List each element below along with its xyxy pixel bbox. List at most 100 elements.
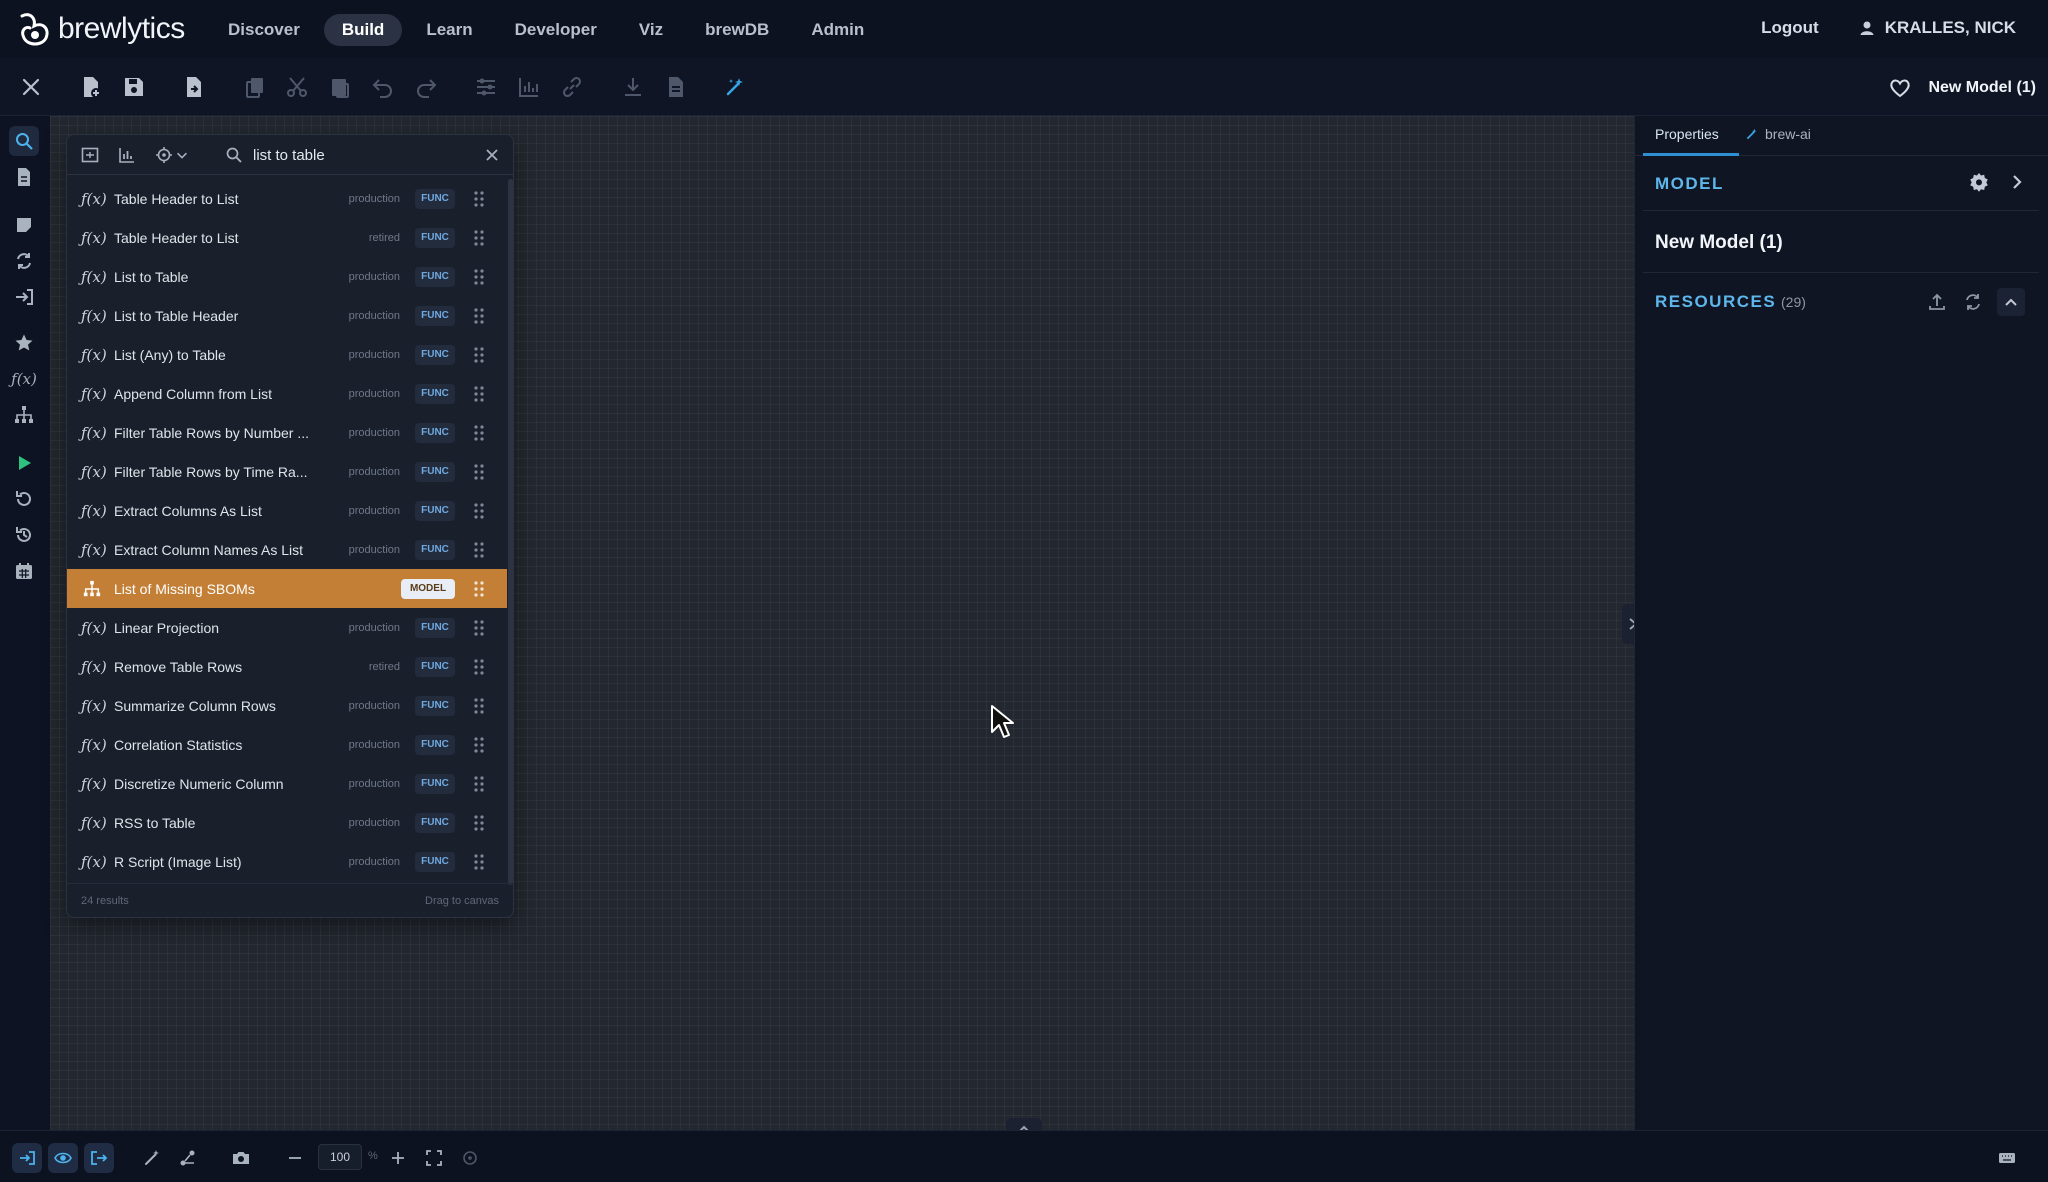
result-row[interactable]: ƒ(x) RSS to Table production FUNC <box>67 803 507 842</box>
brewlytics-logo[interactable]: brewlytics <box>16 10 185 48</box>
import-icon[interactable] <box>11 284 37 310</box>
result-row[interactable]: ƒ(x) Correlation Statistics production FUNC <box>67 725 507 764</box>
search-input[interactable] <box>253 143 453 167</box>
save-icon[interactable] <box>119 72 149 102</box>
link-icon[interactable] <box>557 72 587 102</box>
fit-screen-icon[interactable] <box>421 1145 447 1171</box>
hierarchy-icon[interactable] <box>11 402 37 428</box>
brew-ai-icon[interactable] <box>720 72 750 102</box>
favorite-heart-icon[interactable] <box>1888 76 1912 100</box>
drag-handle-icon[interactable] <box>473 814 485 832</box>
result-row[interactable]: ƒ(x) Extract Column Names As List producti… <box>67 530 507 569</box>
result-row[interactable]: ƒ(x) Summarize Column Rows production FUNC <box>67 686 507 725</box>
drag-handle-icon[interactable] <box>473 385 485 403</box>
nav-admin[interactable]: Admin <box>793 14 882 46</box>
sync-icon[interactable] <box>11 248 37 274</box>
zoom-in-icon[interactable] <box>385 1145 411 1171</box>
result-row[interactable]: ƒ(x) Extract Columns As List production FUN… <box>67 491 507 530</box>
bar-chart-icon[interactable] <box>116 144 138 166</box>
new-file-icon[interactable] <box>76 72 106 102</box>
export-file-icon[interactable] <box>179 72 209 102</box>
drag-handle-icon[interactable] <box>473 697 485 715</box>
input-mode-icon[interactable] <box>12 1143 42 1173</box>
center-target-icon[interactable] <box>457 1145 483 1171</box>
model-name[interactable]: New Model (1) <box>1655 232 1783 254</box>
cut-icon[interactable] <box>282 72 312 102</box>
drag-handle-icon[interactable] <box>473 346 485 364</box>
drag-handle-icon[interactable] <box>473 619 485 637</box>
drag-handle-icon[interactable] <box>473 307 485 325</box>
result-row[interactable]: ƒ(x) List (Any) to Table production FUNC <box>67 335 507 374</box>
result-row[interactable]: ƒ(x) R Script (Image List) production FUNC <box>67 842 507 881</box>
note-icon[interactable] <box>11 212 37 238</box>
refresh-icon[interactable] <box>1961 290 1985 314</box>
reset-icon[interactable] <box>11 486 37 512</box>
copy-icon[interactable] <box>240 72 270 102</box>
drag-handle-icon[interactable] <box>473 190 485 208</box>
result-row[interactable]: ƒ(x) Table Header to List retired FUNC <box>67 218 507 257</box>
star-icon[interactable] <box>11 330 37 356</box>
drag-handle-icon[interactable] <box>473 775 485 793</box>
drag-handle-icon[interactable] <box>473 658 485 676</box>
close-icon[interactable] <box>16 72 46 102</box>
zoom-out-icon[interactable] <box>282 1145 308 1171</box>
undo-icon[interactable] <box>368 72 398 102</box>
canvas-view-icon[interactable] <box>79 144 101 166</box>
run-icon[interactable] <box>11 450 37 476</box>
layout-tree-icon[interactable] <box>175 1145 201 1171</box>
result-row[interactable]: ƒ(x) Filter Table Rows by Time Ra... produ… <box>67 452 507 491</box>
drag-handle-icon[interactable] <box>473 541 485 559</box>
result-row[interactable]: List of Missing SBOMs MODEL <box>67 569 507 608</box>
download-icon[interactable] <box>618 72 648 102</box>
nav-build[interactable]: Build <box>323 14 403 46</box>
chevron-right-icon[interactable] <box>2005 170 2029 194</box>
tab-brew-ai[interactable]: brew-ai <box>1745 126 1811 142</box>
magic-wand-icon[interactable] <box>139 1145 165 1171</box>
drag-handle-icon[interactable] <box>473 580 485 598</box>
tab-properties[interactable]: Properties <box>1655 126 1719 142</box>
target-icon[interactable] <box>153 144 175 166</box>
chevron-down-icon[interactable] <box>174 144 190 166</box>
function-icon[interactable]: ƒ(x) <box>11 366 37 392</box>
result-row[interactable]: ƒ(x) List to Table Header production FUNC <box>67 296 507 335</box>
result-row[interactable]: ƒ(x) Linear Projection production FUNC <box>67 608 507 647</box>
camera-icon[interactable] <box>228 1145 254 1171</box>
file-icon[interactable] <box>11 164 37 190</box>
result-row[interactable]: ƒ(x) Discretize Numeric Column production F… <box>67 764 507 803</box>
drag-handle-icon[interactable] <box>473 853 485 871</box>
result-row[interactable]: ƒ(x) List to Table production FUNC <box>67 257 507 296</box>
drag-handle-icon[interactable] <box>473 463 485 481</box>
nav-brewdb[interactable]: brewDB <box>687 14 787 46</box>
result-row[interactable]: ƒ(x) Remove Table Rows retired FUNC <box>67 647 507 686</box>
zoom-level-input[interactable] <box>318 1144 362 1170</box>
upload-icon[interactable] <box>1925 290 1949 314</box>
user-menu[interactable]: KRALLES, NICK <box>1859 18 2016 38</box>
collapse-up-icon[interactable] <box>1997 288 2025 316</box>
keyboard-icon[interactable] <box>1994 1145 2020 1171</box>
paste-icon[interactable] <box>325 72 355 102</box>
clear-search-icon[interactable] <box>481 144 503 166</box>
drag-handle-icon[interactable] <box>473 502 485 520</box>
nav-learn[interactable]: Learn <box>408 14 490 46</box>
chart-icon[interactable] <box>514 72 544 102</box>
redo-icon[interactable] <box>411 72 441 102</box>
nav-viz[interactable]: Viz <box>621 14 681 46</box>
history-icon[interactable] <box>11 522 37 548</box>
drag-handle-icon[interactable] <box>473 229 485 247</box>
drag-handle-icon[interactable] <box>473 736 485 754</box>
resources-section-title[interactable]: RESOURCES <box>1655 292 1776 312</box>
output-mode-icon[interactable] <box>84 1143 114 1173</box>
drag-handle-icon[interactable] <box>473 268 485 286</box>
result-row[interactable]: ƒ(x) Filter Table Rows by Number ... produ… <box>67 413 507 452</box>
calendar-icon[interactable] <box>11 558 37 584</box>
logout-link[interactable]: Logout <box>1761 18 1819 38</box>
nav-developer[interactable]: Developer <box>497 14 615 46</box>
gear-icon[interactable] <box>1967 170 1991 194</box>
nav-discover[interactable]: Discover <box>210 14 318 46</box>
settings-sliders-icon[interactable] <box>471 72 501 102</box>
drag-handle-icon[interactable] <box>473 424 485 442</box>
search-icon[interactable] <box>9 126 39 156</box>
results-scrollbar[interactable] <box>508 179 513 885</box>
result-row[interactable]: ƒ(x) Append Column from List production FUN… <box>67 374 507 413</box>
result-row[interactable]: ƒ(x) Table Header to List production FUNC <box>67 179 507 218</box>
